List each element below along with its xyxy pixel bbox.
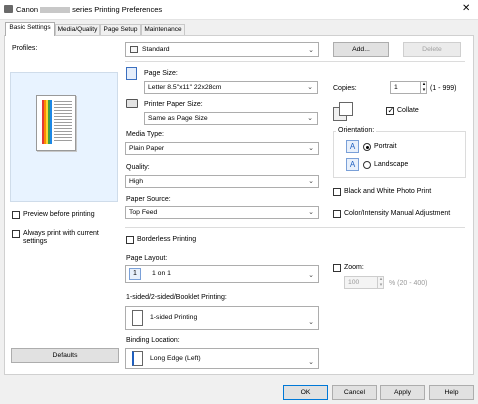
zoom-spinner[interactable]: ▴ ▾ [377, 276, 384, 289]
collate-icon [333, 102, 355, 122]
profiles-select[interactable]: Standard ⌄ [125, 42, 319, 57]
color-intensity-checkbox[interactable] [333, 210, 341, 218]
redacted-model-name [40, 7, 71, 14]
page-size-select[interactable]: Letter 8.5"x11" 22x28cm ⌄ [144, 81, 318, 94]
printer-paper-size-label: Printer Paper Size: [144, 101, 203, 108]
collate-label: Collate [397, 107, 419, 114]
duplex-select[interactable]: 1-sided Printing ⌄ [125, 306, 319, 330]
chevron-down-icon: ⌄ [308, 272, 314, 279]
defaults-button[interactable]: Defaults [11, 348, 119, 363]
chevron-down-icon: ⌄ [308, 319, 314, 326]
chevron-down-icon: ⌄ [307, 84, 313, 91]
profiles-label: Profiles: [12, 45, 38, 52]
chevron-down-icon: ⌄ [308, 47, 314, 54]
zoom-label: Zoom: [344, 264, 364, 271]
chevron-down-icon: ⌄ [308, 359, 314, 366]
print-preview [10, 72, 118, 202]
tab-media-quality[interactable]: Media/Quality [55, 24, 100, 35]
copies-value: 1 [394, 84, 398, 91]
media-type-select[interactable]: Plain Paper ⌄ [125, 142, 319, 155]
printer-app-icon [4, 5, 13, 13]
window-title: Canon series Printing Preferences [16, 5, 163, 14]
always-print-label-line2: settings [23, 238, 48, 245]
delete-profile-button[interactable]: Delete [403, 42, 461, 57]
borderless-printing-label: Borderless Printing [137, 236, 197, 243]
printer-paper-size-value: Same as Page Size [148, 115, 208, 122]
printer-paper-size-select[interactable]: Same as Page Size ⌄ [144, 112, 318, 125]
landscape-radio[interactable] [363, 161, 371, 169]
page-layout-select[interactable]: 1 1 on 1 ⌄ [125, 265, 319, 283]
portrait-label: Portrait [374, 143, 397, 150]
copies-label: Copies: [333, 85, 357, 92]
preview-before-printing-label: Preview before printing [23, 211, 95, 218]
media-type-label: Media Type: [126, 131, 165, 138]
quality-select[interactable]: High ⌄ [125, 175, 319, 188]
quality-label: Quality: [126, 164, 150, 171]
ok-button[interactable]: OK [283, 385, 328, 400]
profile-icon [130, 46, 138, 53]
zoom-range: % (20 - 400) [389, 280, 428, 287]
landscape-label: Landscape [374, 161, 409, 168]
page-size-value: Letter 8.5"x11" 22x28cm [148, 84, 222, 91]
preview-before-printing-checkbox[interactable] [12, 211, 20, 219]
divider [125, 61, 465, 62]
media-type-value: Plain Paper [129, 145, 165, 152]
quality-value: High [129, 178, 143, 185]
apply-button[interactable]: Apply [380, 385, 425, 400]
single-sided-page-icon [132, 310, 143, 326]
page-size-label: Page Size: [144, 70, 178, 77]
add-profile-button[interactable]: Add... [333, 42, 389, 57]
collate-checkbox[interactable] [386, 106, 394, 115]
help-button[interactable]: Help [429, 385, 474, 400]
always-print-checkbox[interactable] [12, 230, 20, 238]
title-bar: Canon series Printing Preferences ✕ [0, 0, 478, 20]
page-layout-label: Page Layout: [126, 255, 168, 262]
divider [125, 227, 465, 228]
duplex-value: 1-sided Printing [150, 314, 198, 321]
zoom-checkbox[interactable] [333, 264, 341, 272]
binding-location-label: Binding Location: [126, 337, 180, 344]
copies-range: (1 - 999) [430, 85, 457, 92]
paper-source-value: Top Feed [129, 209, 158, 216]
preview-page [36, 95, 76, 151]
portrait-radio[interactable] [363, 143, 371, 151]
tab-basic-settings[interactable]: Basic Settings [5, 22, 55, 36]
tab-page-setup[interactable]: Page Setup [100, 24, 141, 35]
black-white-photo-checkbox[interactable] [333, 188, 341, 196]
zoom-value: 100 [348, 279, 360, 286]
color-intensity-label: Color/Intensity Manual Adjustment [344, 210, 451, 217]
profiles-value: Standard [142, 46, 170, 53]
tab-maintenance[interactable]: Maintenance [141, 24, 185, 35]
portrait-orientation-icon: A [346, 140, 359, 153]
chevron-down-icon: ⌄ [307, 115, 313, 122]
landscape-orientation-icon: A [346, 158, 359, 171]
binding-edge-icon [132, 351, 143, 366]
duplex-label: 1-sided/2-sided/Booklet Printing: [126, 294, 227, 301]
paper-source-label: Paper Source: [126, 196, 171, 203]
preview-page-content [42, 100, 72, 144]
copies-spinner[interactable]: ▴ ▾ [420, 81, 427, 94]
page-layout-value: 1 on 1 [152, 270, 171, 277]
borderless-printing-checkbox[interactable] [126, 236, 134, 244]
chevron-down-icon: ⌄ [308, 178, 314, 185]
orientation-label: Orientation: [336, 127, 377, 134]
cancel-button[interactable]: Cancel [332, 385, 377, 400]
paper-source-select[interactable]: Top Feed ⌄ [125, 206, 319, 219]
close-icon[interactable]: ✕ [462, 3, 470, 15]
chevron-down-icon: ⌄ [308, 209, 314, 216]
binding-location-value: Long Edge (Left) [150, 355, 201, 362]
printer-icon [126, 99, 138, 108]
binding-location-select[interactable]: Long Edge (Left) ⌄ [125, 348, 319, 369]
always-print-label-line1: Always print with current [23, 230, 99, 237]
page-layout-icon: 1 [129, 268, 141, 280]
black-white-photo-label: Black and White Photo Print [344, 188, 432, 195]
page-size-icon [126, 67, 137, 80]
chevron-down-icon: ⌄ [308, 145, 314, 152]
